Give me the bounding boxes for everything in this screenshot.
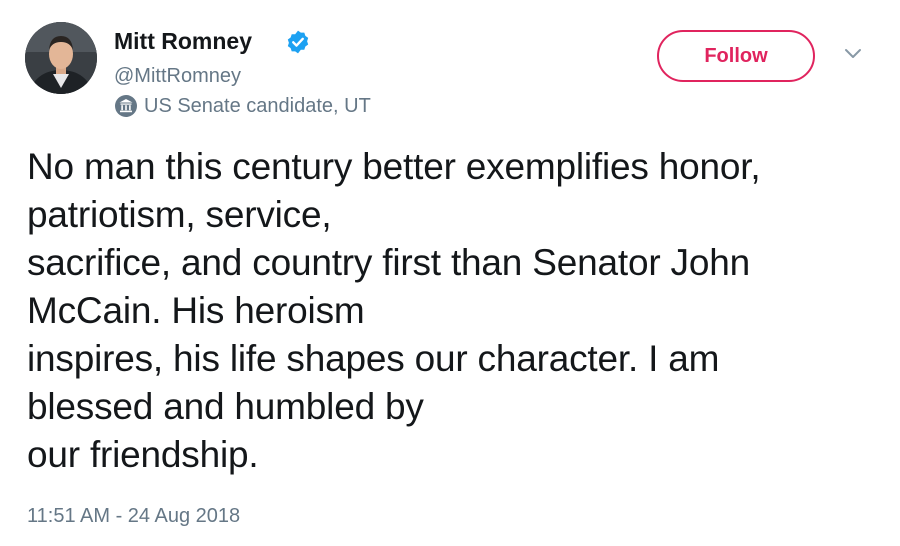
- tweet-text-line: our friendship.: [27, 434, 259, 475]
- government-building-icon: [115, 95, 137, 117]
- tweet-text-line: inspires, his life shapes our character.…: [27, 338, 720, 379]
- tweet-text-line: McCain. His heroism: [27, 290, 365, 331]
- user-handle[interactable]: @MittRomney: [114, 64, 241, 88]
- account-label: US Senate candidate, UT: [114, 94, 371, 118]
- tweet-timestamp[interactable]: 11:51 AM - 24 Aug 2018: [27, 504, 240, 528]
- account-label-text: US Senate candidate, UT: [144, 95, 371, 117]
- display-name[interactable]: Mitt Romney: [114, 27, 252, 55]
- tweet-text-line: patriotism, service,: [27, 194, 332, 235]
- tweet-card: Mitt Romney @MittRomney US Senate candid…: [0, 0, 900, 546]
- tweet-text-line: No man this century better exemplifies h…: [27, 146, 761, 187]
- avatar[interactable]: [25, 22, 97, 94]
- follow-button[interactable]: Follow: [657, 30, 815, 82]
- tweet-text: No man this century better exemplifies h…: [27, 143, 887, 479]
- tweet-text-line: blessed and humbled by: [27, 386, 424, 427]
- tweet-text-line: sacrifice, and country first than Senato…: [27, 242, 750, 283]
- verified-badge-icon: [287, 30, 309, 54]
- chevron-down-icon[interactable]: [843, 47, 863, 61]
